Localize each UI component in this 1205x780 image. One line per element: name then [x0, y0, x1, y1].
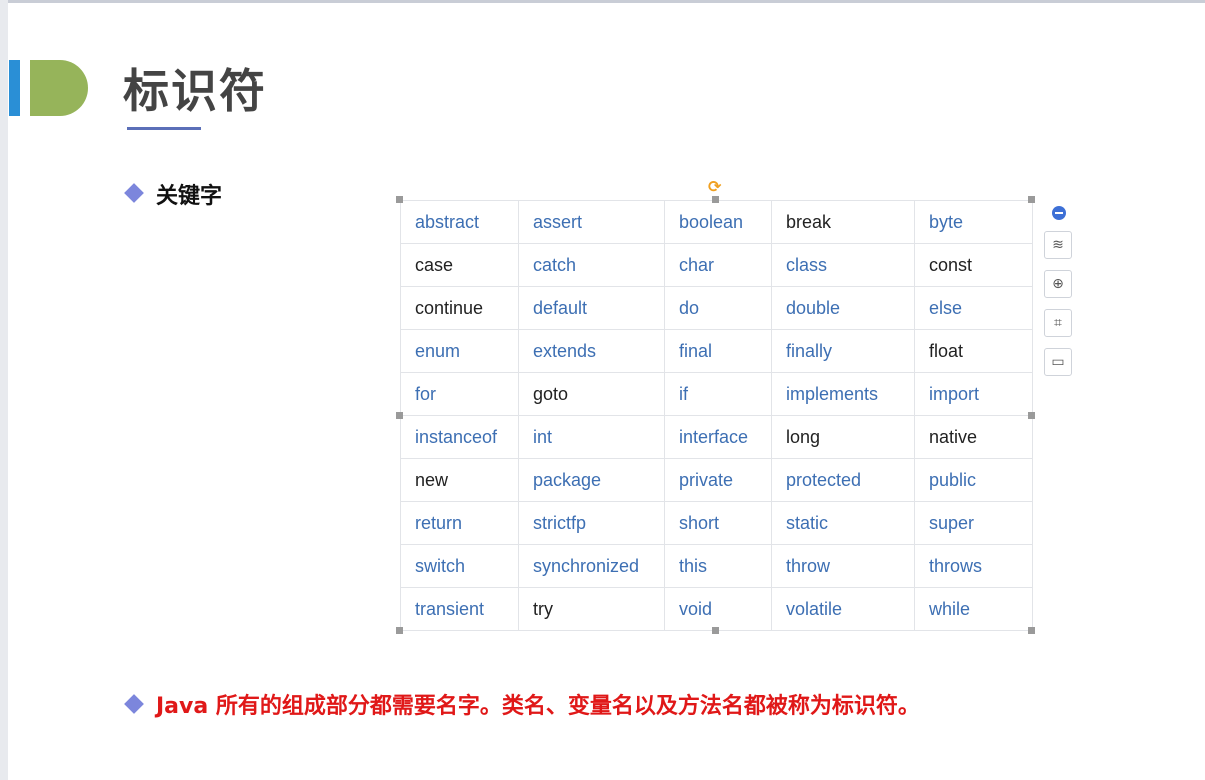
keyword-cell: finally — [771, 329, 915, 373]
resize-handle-bottom[interactable] — [712, 627, 719, 634]
frame-icon[interactable]: ▭ — [1044, 348, 1072, 376]
keyword-cell: static — [771, 501, 915, 545]
table-row: abstract assert boolean break byte — [400, 200, 1033, 244]
resize-handle-top-left[interactable] — [396, 196, 403, 203]
table-row: switch synchronized this throw throws — [400, 544, 1033, 588]
table-row: instanceof int interface long native — [400, 415, 1033, 459]
keyword-cell: void — [664, 587, 772, 631]
keyword-cell: final — [664, 329, 772, 373]
bullet-keywords-label: 关键字 — [156, 184, 223, 209]
keyword-cell: else — [914, 286, 1033, 330]
table-row: case catch char class const — [400, 243, 1033, 287]
keyword-cell: throw — [771, 544, 915, 588]
bullet-identifier-text: Java 所有的组成部分都需要名字。类名、变量名以及方法名都被称为标识符。 — [156, 694, 920, 719]
bullet-diamond-icon — [124, 183, 144, 203]
resize-handle-left[interactable] — [396, 412, 403, 419]
keyword-cell: extends — [518, 329, 665, 373]
resize-handle-right[interactable] — [1028, 412, 1035, 419]
table-row: for goto if implements import — [400, 372, 1033, 416]
slide-title: 标识符 — [123, 64, 267, 118]
keyword-cell: super — [914, 501, 1033, 545]
keyword-cell: enum — [400, 329, 519, 373]
keyword-cell: continue — [400, 286, 519, 330]
keywords-table-image[interactable]: abstract assert boolean break byte case catch c… — [400, 200, 1033, 631]
keyword-cell: instanceof — [400, 415, 519, 459]
table-row: enum extends final finally float — [400, 329, 1033, 373]
keyword-cell: import — [914, 372, 1033, 416]
keyword-cell: return — [400, 501, 519, 545]
resize-handle-bottom-left[interactable] — [396, 627, 403, 634]
keyword-cell: goto — [518, 372, 665, 416]
keyword-cell: interface — [664, 415, 772, 459]
crop-icon[interactable]: ⌗ — [1044, 309, 1072, 337]
keyword-cell: class — [771, 243, 915, 287]
keyword-cell: break — [771, 200, 915, 244]
keyword-cell: switch — [400, 544, 519, 588]
keyword-cell: if — [664, 372, 772, 416]
keyword-cell: while — [914, 587, 1033, 631]
keyword-cell: const — [914, 243, 1033, 287]
zoom-in-icon[interactable]: ⊕ — [1044, 270, 1072, 298]
keyword-cell: implements — [771, 372, 915, 416]
keyword-cell: volatile — [771, 587, 915, 631]
keyword-cell: case — [400, 243, 519, 287]
title-accent-shape — [30, 60, 88, 116]
keyword-cell: transient — [400, 587, 519, 631]
resize-handle-bottom-right[interactable] — [1028, 627, 1035, 634]
keyword-cell: float — [914, 329, 1033, 373]
title-underline — [127, 127, 201, 130]
window-top-border — [0, 0, 1205, 3]
keyword-cell: synchronized — [518, 544, 665, 588]
table-row: continue default do double else — [400, 286, 1033, 330]
keyword-cell: do — [664, 286, 772, 330]
keyword-cell: new — [400, 458, 519, 502]
keyword-cell: boolean — [664, 200, 772, 244]
keyword-cell: throws — [914, 544, 1033, 588]
keyword-cell: assert — [518, 200, 665, 244]
rotate-handle-icon[interactable]: ⟳ — [708, 177, 721, 196]
keyword-cell: try — [518, 587, 665, 631]
table-row: new package private protected public — [400, 458, 1033, 502]
keywords-table: abstract assert boolean break byte case catch c… — [400, 200, 1033, 631]
table-row: transient try void volatile while — [400, 587, 1033, 631]
keyword-cell: double — [771, 286, 915, 330]
minus-icon[interactable] — [1052, 206, 1066, 220]
slide-left-edge — [0, 0, 8, 780]
keyword-cell: strictfp — [518, 501, 665, 545]
resize-handle-top-right[interactable] — [1028, 196, 1035, 203]
keyword-cell: for — [400, 372, 519, 416]
keyword-cell: short — [664, 501, 772, 545]
resize-handle-top[interactable] — [712, 196, 719, 203]
layers-icon[interactable]: ≋ — [1044, 231, 1072, 259]
keyword-cell: native — [914, 415, 1033, 459]
bullet-diamond-icon — [124, 694, 144, 714]
table-row: return strictfp short static super — [400, 501, 1033, 545]
keyword-cell: default — [518, 286, 665, 330]
title-accent-bar — [9, 60, 20, 116]
keyword-cell: abstract — [400, 200, 519, 244]
keyword-cell: public — [914, 458, 1033, 502]
keyword-cell: int — [518, 415, 665, 459]
keyword-cell: long — [771, 415, 915, 459]
keyword-cell: char — [664, 243, 772, 287]
keyword-cell: byte — [914, 200, 1033, 244]
keyword-cell: protected — [771, 458, 915, 502]
keyword-cell: catch — [518, 243, 665, 287]
keyword-cell: package — [518, 458, 665, 502]
keyword-cell: this — [664, 544, 772, 588]
keyword-cell: private — [664, 458, 772, 502]
